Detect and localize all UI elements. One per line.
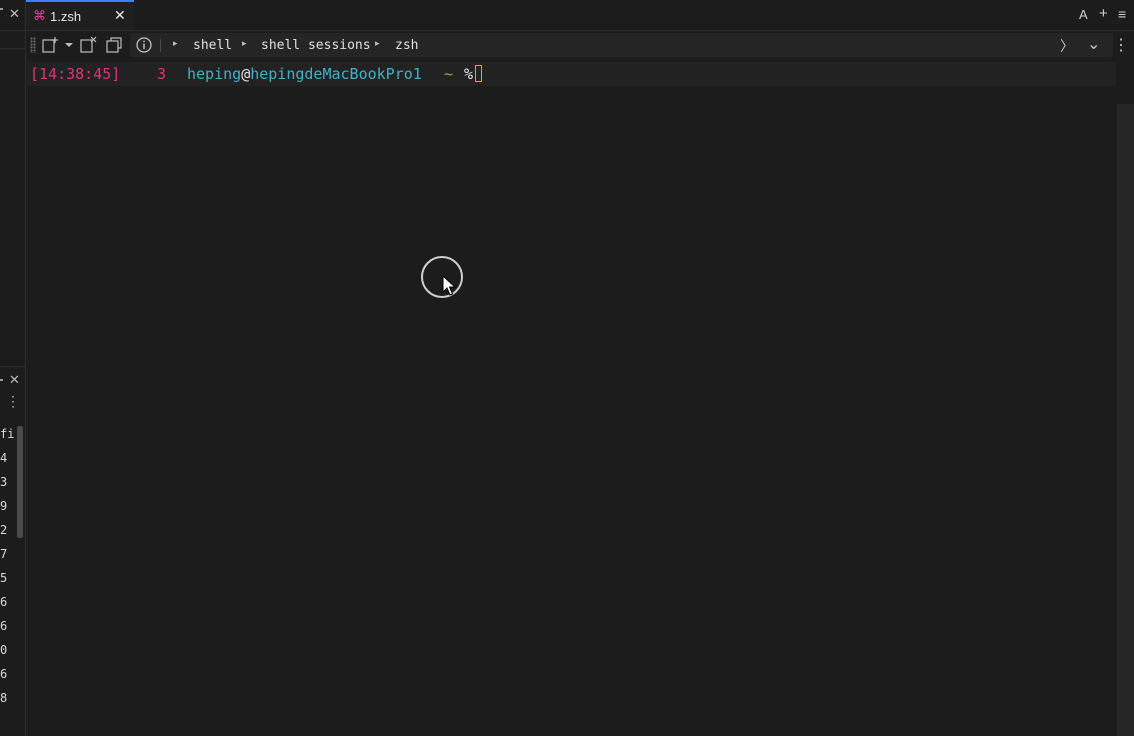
list-item[interactable]: 6 [0, 664, 16, 688]
left-panel-close-icon[interactable]: ✕ [9, 6, 20, 22]
prompt-time: [14:38:45] [30, 62, 120, 86]
list-item[interactable]: 8 : [0, 688, 16, 712]
prompt-at: @ [241, 65, 250, 83]
tab-bar: ⌘ 1.zsh ✕ A + ≡ [26, 0, 1134, 31]
prompt-number: 3 [157, 62, 166, 86]
lower-panel-list: fi( 4 3 : 9 2 7 5 6 6 ( 0 6 8 : [0, 424, 16, 712]
prompt-char: % [464, 62, 473, 86]
divider [0, 366, 25, 367]
divider [0, 48, 25, 49]
list-item[interactable]: fi( [0, 424, 16, 448]
new-pane-icon[interactable] [40, 35, 60, 55]
chevron-right-icon[interactable]: 〉 [1060, 36, 1074, 56]
toolbar: ▸ shell ▸ shell sessions ▸ zsh 〉 ⌄ ⋮ [26, 31, 1134, 59]
left-side-panel: ✕ ✕ ⋮ fi( 4 3 : 9 2 7 5 6 6 ( 0 6 8 : [0, 0, 26, 736]
terminal-scrollbar[interactable] [1117, 104, 1134, 736]
breadcrumb-arrow-icon: ▸ [242, 38, 247, 49]
mouse-pointer-icon [441, 275, 457, 297]
list-item[interactable]: 3 : [0, 472, 16, 496]
prompt-user: heping [187, 65, 241, 83]
left-panel-dash [0, 8, 3, 10]
list-item[interactable]: 6 ( [0, 616, 16, 640]
breadcrumb: ▸ shell ▸ shell sessions ▸ zsh 〉 ⌄ [130, 33, 1113, 57]
close-pane-icon[interactable] [78, 35, 98, 55]
tab-label: 1.zsh [50, 9, 81, 24]
terminal-area[interactable]: [14:38:45] 3 heping@hepingdeMacBookPro1 … [26, 60, 1134, 736]
duplicate-pane-icon[interactable] [104, 35, 124, 55]
kebab-menu-icon[interactable]: ⋮ [1113, 35, 1129, 55]
divider [160, 39, 161, 52]
breadcrumb-arrow-icon: ▸ [173, 38, 178, 49]
prompt-directory: ~ [444, 62, 453, 86]
grip-handle-icon[interactable] [30, 37, 36, 53]
app-window: ✕ ✕ ⋮ fi( 4 3 : 9 2 7 5 6 6 ( 0 6 8 : ⌘ … [0, 0, 1134, 736]
lower-panel-dash [0, 379, 3, 381]
list-item[interactable]: 9 [0, 496, 16, 520]
list-item[interactable]: 4 [0, 448, 16, 472]
list-item[interactable]: 7 [0, 544, 16, 568]
breadcrumb-item-zsh[interactable]: zsh [395, 38, 418, 53]
lower-panel-kebab-icon[interactable]: ⋮ [6, 398, 10, 404]
tab-close-icon[interactable]: ✕ [114, 7, 126, 24]
breadcrumb-item-shell[interactable]: shell [193, 38, 232, 53]
command-icon: ⌘ [33, 8, 46, 24]
list-item[interactable]: 6 [0, 592, 16, 616]
tab-1-zsh[interactable]: ⌘ 1.zsh ✕ [26, 0, 134, 30]
list-item[interactable]: 0 [0, 640, 16, 664]
list-item[interactable]: 2 [0, 520, 16, 544]
font-size-icon[interactable]: A [1079, 7, 1088, 22]
lower-panel-scrollbar[interactable] [17, 426, 23, 538]
prompt-user-host: heping@hepingdeMacBookPro1 [187, 62, 422, 86]
menu-icon[interactable]: ≡ [1118, 6, 1126, 22]
text-cursor [475, 65, 482, 82]
breadcrumb-item-shell-sessions[interactable]: shell sessions [261, 38, 371, 53]
chevron-down-icon[interactable]: ⌄ [1087, 34, 1100, 54]
info-icon[interactable] [135, 36, 153, 54]
lower-panel-close-icon[interactable]: ✕ [9, 372, 20, 388]
prompt-line: [14:38:45] 3 heping@hepingdeMacBookPro1 … [26, 62, 1116, 86]
dropdown-arrow-icon[interactable] [59, 35, 79, 55]
breadcrumb-arrow-icon: ▸ [375, 38, 380, 49]
new-tab-icon[interactable]: + [1099, 5, 1108, 22]
list-item[interactable]: 5 [0, 568, 16, 592]
left-panel-header: ✕ [0, 0, 25, 31]
prompt-host: hepingdeMacBookPro1 [250, 65, 422, 83]
